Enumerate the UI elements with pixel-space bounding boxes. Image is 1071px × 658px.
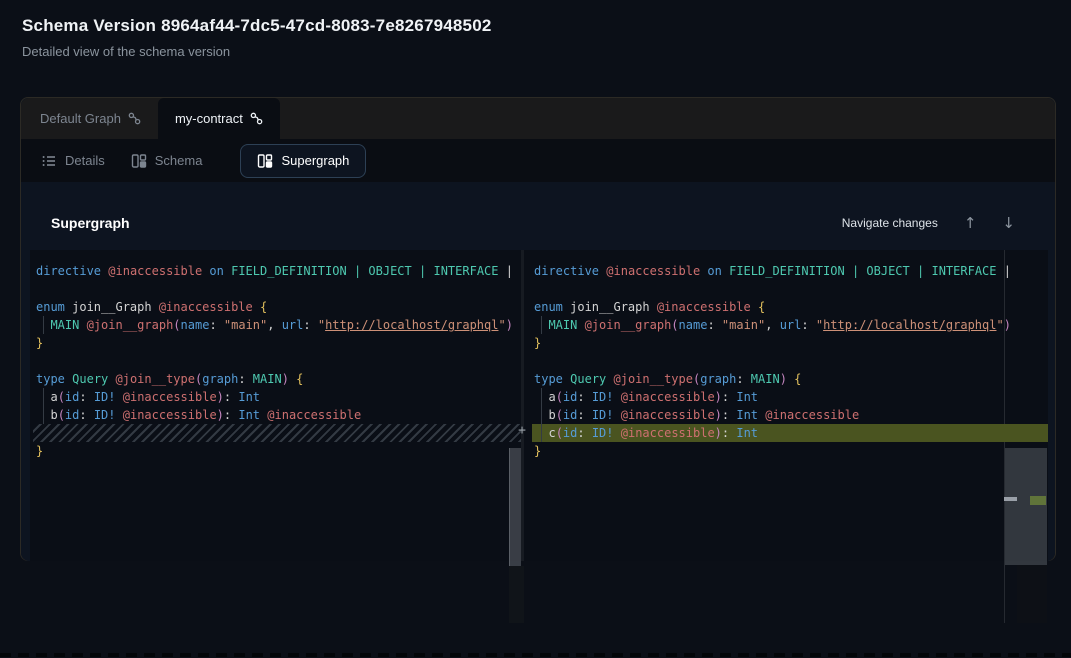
split-columns-icon [257, 153, 273, 169]
code-line: b(id: ID! @inaccessible): Int @inaccessi… [30, 406, 521, 424]
indent-guide [541, 388, 542, 406]
diff-insert-marker: + [512, 422, 532, 440]
tab-my-contract[interactable]: my-contract [158, 98, 280, 139]
page-subtitle: Detailed view of the schema version [22, 44, 492, 59]
view-tab-label: Details [65, 153, 105, 168]
navigate-up-button[interactable]: ↑ [964, 216, 977, 231]
diff-placeholder-row [33, 424, 521, 442]
bottom-dashed-line [0, 653, 1071, 657]
indent-guide [43, 388, 44, 406]
variant-icon [250, 112, 263, 125]
split-columns-icon [131, 153, 147, 169]
code-line: a(id: ID! @inaccessible): Int [524, 388, 1048, 406]
section-header: Supergraph Navigate changes ↑ ↓ [51, 215, 1015, 231]
indent-guide [541, 406, 542, 424]
navigate-changes: Navigate changes ↑ ↓ [842, 216, 1015, 231]
section-title: Supergraph [51, 215, 130, 231]
code-line: } [30, 442, 521, 460]
indent-guide [43, 316, 44, 334]
code-line: type Query @join__type(graph: MAIN) { [524, 370, 1048, 388]
code-line: } [30, 334, 521, 352]
code-line-added: c(id: ID! @inaccessible): Int [532, 424, 1048, 442]
tab-details[interactable]: Details [41, 153, 105, 169]
diff-editor: directive @inaccessible on FIELD_DEFINIT… [30, 250, 1047, 625]
view-tab-label: Schema [155, 153, 203, 168]
code-link[interactable]: http://localhost/graphql [325, 318, 498, 332]
overview-ruler-added-mark [1030, 496, 1046, 505]
overview-ruler-cursor-mark [1004, 497, 1017, 501]
code-line: type Query @join__type(graph: MAIN) { [30, 370, 521, 388]
code-link[interactable]: http://localhost/graphql [823, 318, 996, 332]
code-line: b(id: ID! @inaccessible): Int @inaccessi… [524, 406, 1048, 424]
indent-guide [541, 424, 542, 442]
tab-default-graph[interactable]: Default Graph [23, 98, 158, 139]
page-title: Schema Version 8964af44-7dc5-47cd-8083-7… [22, 16, 492, 36]
variant-tab-label: my-contract [175, 111, 243, 126]
right-scrollbar-track-extension [1017, 565, 1047, 623]
list-icon [41, 153, 57, 169]
diff-pane-left: directive @inaccessible on FIELD_DEFINIT… [30, 250, 521, 561]
code-line: enum join__Graph @inaccessible { [524, 298, 1048, 316]
code-line: MAIN @join__graph(name: "main", url: "ht… [524, 316, 1048, 334]
code-line: MAIN @join__graph(name: "main", url: "ht… [30, 316, 521, 334]
code-line [524, 280, 1048, 298]
right-pane-edge-line [1004, 250, 1005, 424]
left-scrollbar-track-extension [509, 566, 524, 623]
diff-pane-right: directive @inaccessible on FIELD_DEFINIT… [524, 250, 1048, 561]
indent-guide [541, 316, 542, 334]
code-line: a(id: ID! @inaccessible): Int [30, 388, 521, 406]
code-line [524, 352, 1048, 370]
code-line: enum join__Graph @inaccessible { [30, 298, 521, 316]
tab-schema[interactable]: Schema [131, 153, 203, 169]
tab-supergraph[interactable]: Supergraph [240, 144, 366, 178]
code-line: directive @inaccessible on FIELD_DEFINIT… [524, 262, 1048, 280]
navigate-down-button[interactable]: ↓ [1002, 216, 1015, 231]
code-line: } [524, 334, 1048, 352]
right-scrollbar-thumb[interactable] [1005, 448, 1047, 565]
page-header: Schema Version 8964af44-7dc5-47cd-8083-7… [22, 16, 492, 59]
navigate-changes-label: Navigate changes [842, 216, 938, 230]
code-line [30, 280, 521, 298]
view-tab-bar: Details Schema Supergraph [21, 139, 1055, 182]
view-tab-label: Supergraph [281, 153, 349, 168]
code-line [30, 352, 521, 370]
left-scrollbar-thumb[interactable] [509, 448, 521, 566]
code-line: } [524, 442, 1048, 460]
code-line: directive @inaccessible on FIELD_DEFINIT… [30, 262, 521, 280]
variant-tab-bar: Default Graph my-contract [21, 98, 1055, 139]
variant-icon [128, 112, 141, 125]
indent-guide [43, 406, 44, 424]
variant-tab-label: Default Graph [40, 111, 121, 126]
